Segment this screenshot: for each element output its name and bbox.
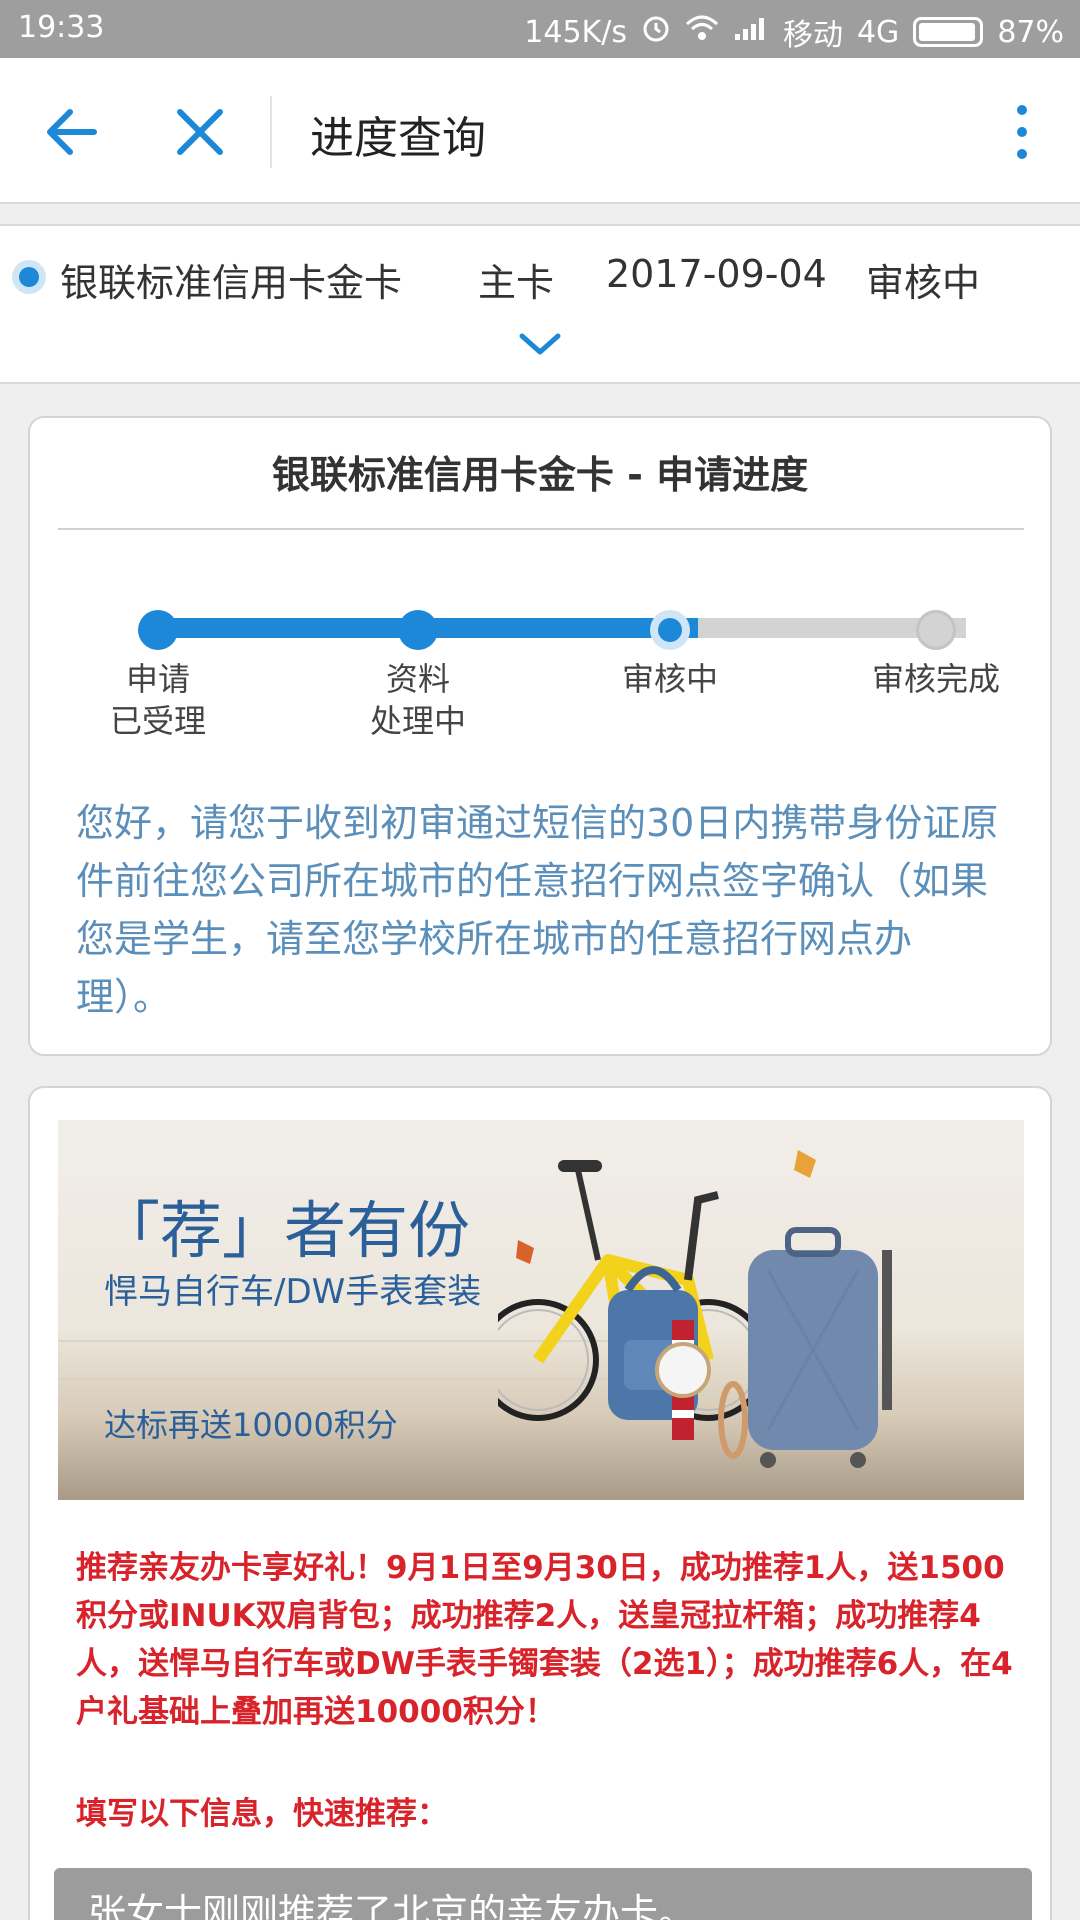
ticker-text: 张女士刚刚推荐了北京的亲友办卡。 <box>88 1891 697 1920</box>
status-bar: 19:33 145K/s 移动 4G 87% <box>0 0 1080 58</box>
banner-headline: 「荐」者有份 <box>98 1194 471 1267</box>
network-speed: 145K/s <box>524 14 627 50</box>
more-vertical-icon <box>1017 105 1027 159</box>
step-label-line: 审核完成 <box>871 660 1000 698</box>
card-type: 主卡 <box>478 261 555 305</box>
arrow-left-icon <box>47 109 97 155</box>
step-dot-3 <box>650 610 690 650</box>
back-button[interactable] <box>40 100 104 164</box>
status-time: 19:33 <box>18 10 105 45</box>
nav-bar: 进度查询 <box>0 58 1080 204</box>
progress-notice: 您好，请您于收到初审通过短信的30日内携带身份证原件前往您公司所在城市的任意招行… <box>76 801 999 1019</box>
divider <box>58 528 1024 530</box>
promo-banner[interactable]: 「荐」者有份 悍马自行车/DW手表套装 达标再送10000积分 <box>58 1120 1024 1500</box>
progress-title: 银联标准信用卡金卡 - 申请进度 <box>271 453 809 497</box>
chevron-down-icon <box>519 333 561 355</box>
step-dot-4 <box>916 610 956 650</box>
progress-card: 银联标准信用卡金卡 - 申请进度 申请 已受理 资料 处理中 审核中 审核完成 … <box>28 416 1052 1056</box>
close-icon <box>177 109 223 155</box>
application-date: 2017-09-04 <box>606 252 827 296</box>
step-label-1: 申请 已受理 <box>68 658 248 742</box>
close-button[interactable] <box>168 100 232 164</box>
wifi-icon <box>685 14 719 50</box>
banner-bonus: 达标再送10000积分 <box>104 1406 398 1444</box>
radio-selected-icon[interactable] <box>12 260 46 294</box>
network-type: 4G <box>856 14 900 50</box>
referral-ticker: 张女士刚刚推荐了北京的亲友办卡。 <box>54 1868 1032 1920</box>
step-label-line: 审核中 <box>621 660 718 698</box>
step-dot-1 <box>138 610 178 650</box>
battery-icon <box>913 17 984 47</box>
step-label-line: 已受理 <box>109 702 206 740</box>
promo-form-prompt: 填写以下信息，快速推荐： <box>76 1796 448 1832</box>
step-label-3: 审核中 <box>580 658 760 700</box>
alarm-icon <box>641 13 671 51</box>
step-label-line: 申请 <box>125 660 190 698</box>
application-status: 审核中 <box>866 261 981 305</box>
promo-description: 推荐亲友办卡享好礼！9月1日至9月30日，成功推荐1人，送1500积分或INUK… <box>76 1550 1013 1730</box>
carrier-name: 移动 <box>782 18 843 53</box>
step-label-2: 资料 处理中 <box>328 658 508 742</box>
step-dot-2 <box>398 610 438 650</box>
step-label-4: 审核完成 <box>846 658 1026 700</box>
step-label-line: 处理中 <box>369 702 466 740</box>
nav-divider <box>270 96 272 168</box>
battery-percent: 87% <box>997 14 1064 50</box>
promo-card: 「荐」者有份 悍马自行车/DW手表套装 达标再送10000积分 推荐亲友办卡享好… <box>28 1086 1052 1920</box>
banner-subline: 悍马自行车/DW手表套装 <box>104 1272 482 1312</box>
more-menu-button[interactable] <box>1004 100 1040 164</box>
step-label-line: 资料 <box>385 660 450 698</box>
banner-illustration <box>498 1150 892 1468</box>
page-title: 进度查询 <box>310 113 486 164</box>
status-right: 145K/s 移动 4G 87% <box>524 10 1064 54</box>
card-selector[interactable]: 银联标准信用卡金卡 主卡 2017-09-04 审核中 <box>0 224 1080 384</box>
card-name: 银联标准信用卡金卡 <box>60 261 403 305</box>
expand-button[interactable] <box>518 330 562 358</box>
signal-icon <box>733 14 769 50</box>
